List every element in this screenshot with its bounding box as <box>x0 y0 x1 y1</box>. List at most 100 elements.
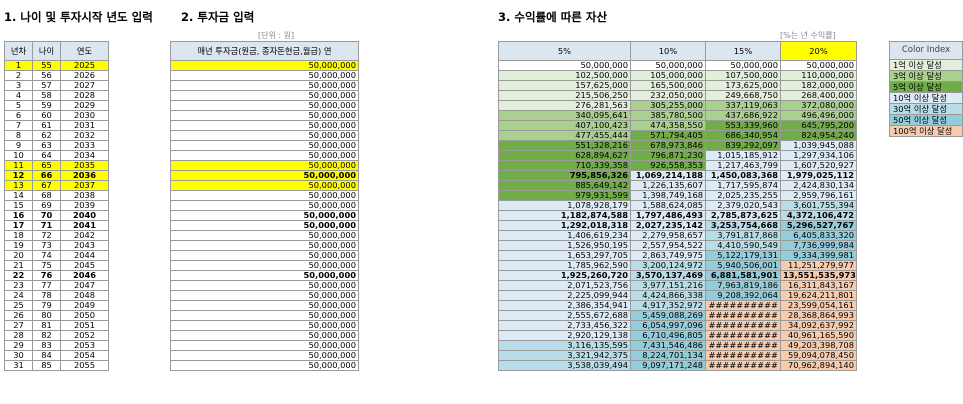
year-no-cell[interactable]: 20 <box>4 250 33 261</box>
value-10pct-cell[interactable]: 2,027,235,142 <box>630 220 706 231</box>
value-15pct-cell[interactable]: ########## <box>705 300 781 311</box>
investment-cell[interactable]: 50,000,000 <box>170 230 359 241</box>
value-15pct-cell[interactable]: 1,717,595,874 <box>705 180 781 191</box>
investment-cell[interactable]: 50,000,000 <box>170 240 359 251</box>
value-5pct-cell[interactable]: 3,538,039,494 <box>498 360 631 371</box>
age-cell[interactable]: 63 <box>32 140 61 151</box>
value-5pct-cell[interactable]: 2,225,099,944 <box>498 290 631 301</box>
value-5pct-cell[interactable]: 2,920,129,138 <box>498 330 631 341</box>
investment-cell[interactable]: 50,000,000 <box>170 100 359 111</box>
value-15pct-cell[interactable]: 4,410,590,549 <box>705 240 781 251</box>
investment-cell[interactable]: 50,000,000 <box>170 200 359 211</box>
year-cell[interactable]: 2041 <box>60 220 109 231</box>
value-15pct-cell[interactable]: 9,208,392,064 <box>705 290 781 301</box>
investment-cell[interactable]: 50,000,000 <box>170 120 359 131</box>
investment-cell[interactable]: 50,000,000 <box>170 320 359 331</box>
value-20pct-cell[interactable]: 59,094,078,450 <box>780 350 857 361</box>
value-15pct-cell[interactable]: 1,015,185,912 <box>705 150 781 161</box>
year-cell[interactable]: 2035 <box>60 160 109 171</box>
year-no-cell[interactable]: 9 <box>4 140 33 151</box>
value-10pct-cell[interactable]: 2,279,958,657 <box>630 230 706 241</box>
age-cell[interactable]: 65 <box>32 160 61 171</box>
year-no-cell[interactable]: 19 <box>4 240 33 251</box>
age-cell[interactable]: 77 <box>32 280 61 291</box>
year-no-cell[interactable]: 7 <box>4 120 33 131</box>
value-15pct-cell[interactable]: 50,000,000 <box>705 60 781 71</box>
value-20pct-cell[interactable]: 28,368,864,993 <box>780 310 857 321</box>
year-no-cell[interactable]: 30 <box>4 350 33 361</box>
value-15pct-cell[interactable]: 5,122,179,131 <box>705 250 781 261</box>
color-index-title[interactable]: Color Index <box>889 41 963 60</box>
year-no-cell[interactable]: 29 <box>4 340 33 351</box>
value-15pct-cell[interactable]: 686,340,954 <box>705 130 781 141</box>
value-20pct-cell[interactable]: 824,954,240 <box>780 130 857 141</box>
value-5pct-cell[interactable]: 1,078,928,179 <box>498 200 631 211</box>
value-15pct-cell[interactable]: 6,881,581,901 <box>705 270 781 281</box>
investment-cell[interactable]: 50,000,000 <box>170 90 359 101</box>
investment-cell[interactable]: 50,000,000 <box>170 350 359 361</box>
value-5pct-cell[interactable]: 1,925,260,720 <box>498 270 631 281</box>
year-no-cell[interactable]: 12 <box>4 170 33 181</box>
value-10pct-cell[interactable]: 105,000,000 <box>630 70 706 81</box>
value-20pct-cell[interactable]: 23,599,054,161 <box>780 300 857 311</box>
year-cell[interactable]: 2048 <box>60 290 109 301</box>
investment-cell[interactable]: 50,000,000 <box>170 140 359 151</box>
value-10pct-cell[interactable]: 1,797,486,493 <box>630 210 706 221</box>
value-20pct-cell[interactable]: 70,962,894,140 <box>780 360 857 371</box>
value-15pct-cell[interactable]: 7,963,819,186 <box>705 280 781 291</box>
investment-cell[interactable]: 50,000,000 <box>170 220 359 231</box>
value-20pct-cell[interactable]: 1,297,934,106 <box>780 150 857 161</box>
value-5pct-cell[interactable]: 2,555,672,688 <box>498 310 631 321</box>
value-15pct-cell[interactable]: 1,450,083,368 <box>705 170 781 181</box>
value-15pct-cell[interactable]: 553,339,960 <box>705 120 781 131</box>
value-10pct-cell[interactable]: 4,424,866,338 <box>630 290 706 301</box>
year-no-cell[interactable]: 28 <box>4 330 33 341</box>
investment-cell[interactable]: 50,000,000 <box>170 300 359 311</box>
value-15pct-cell[interactable]: ########## <box>705 360 781 371</box>
year-no-cell[interactable]: 27 <box>4 320 33 331</box>
value-5pct-cell[interactable]: 2,071,523,756 <box>498 280 631 291</box>
year-no-cell[interactable]: 16 <box>4 210 33 221</box>
year-no-cell[interactable]: 8 <box>4 130 33 141</box>
age-cell[interactable]: 60 <box>32 110 61 121</box>
value-10pct-cell[interactable]: 796,871,230 <box>630 150 706 161</box>
investment-cell[interactable]: 50,000,000 <box>170 110 359 121</box>
year-no-cell[interactable]: 3 <box>4 80 33 91</box>
value-15pct-cell[interactable]: ########## <box>705 340 781 351</box>
value-5pct-cell[interactable]: 1,653,297,705 <box>498 250 631 261</box>
year-cell[interactable]: 2036 <box>60 170 109 181</box>
age-cell[interactable]: 75 <box>32 260 61 271</box>
year-cell[interactable]: 2026 <box>60 70 109 81</box>
value-20pct-cell[interactable]: 2,424,830,134 <box>780 180 857 191</box>
year-cell[interactable]: 2047 <box>60 280 109 291</box>
investment-cell[interactable]: 50,000,000 <box>170 290 359 301</box>
value-10pct-cell[interactable]: 1,398,749,168 <box>630 190 706 201</box>
year-no-cell[interactable]: 18 <box>4 230 33 241</box>
investment-cell[interactable]: 50,000,000 <box>170 80 359 91</box>
header-rate-15[interactable]: 15% <box>705 41 781 61</box>
year-cell[interactable]: 2043 <box>60 240 109 251</box>
investment-cell[interactable]: 50,000,000 <box>170 160 359 171</box>
value-15pct-cell[interactable]: 173,625,000 <box>705 80 781 91</box>
value-20pct-cell[interactable]: 2,959,796,161 <box>780 190 857 201</box>
value-15pct-cell[interactable]: ########## <box>705 330 781 341</box>
value-15pct-cell[interactable]: 3,791,817,868 <box>705 230 781 241</box>
value-15pct-cell[interactable]: 337,119,063 <box>705 100 781 111</box>
value-5pct-cell[interactable]: 215,506,250 <box>498 90 631 101</box>
value-10pct-cell[interactable]: 2,557,954,522 <box>630 240 706 251</box>
value-5pct-cell[interactable]: 2,386,354,941 <box>498 300 631 311</box>
investment-cell[interactable]: 50,000,000 <box>170 260 359 271</box>
value-10pct-cell[interactable]: 3,570,137,469 <box>630 270 706 281</box>
value-15pct-cell[interactable]: ########## <box>705 310 781 321</box>
age-cell[interactable]: 58 <box>32 90 61 101</box>
value-10pct-cell[interactable]: 232,050,000 <box>630 90 706 101</box>
value-20pct-cell[interactable]: 496,496,000 <box>780 110 857 121</box>
value-15pct-cell[interactable]: 2,785,873,625 <box>705 210 781 221</box>
value-20pct-cell[interactable]: 268,400,000 <box>780 90 857 101</box>
header-rate-5[interactable]: 5% <box>498 41 631 61</box>
value-10pct-cell[interactable]: 4,917,352,972 <box>630 300 706 311</box>
year-no-cell[interactable]: 6 <box>4 110 33 121</box>
value-5pct-cell[interactable]: 1,182,874,588 <box>498 210 631 221</box>
age-cell[interactable]: 57 <box>32 80 61 91</box>
year-cell[interactable]: 2027 <box>60 80 109 91</box>
